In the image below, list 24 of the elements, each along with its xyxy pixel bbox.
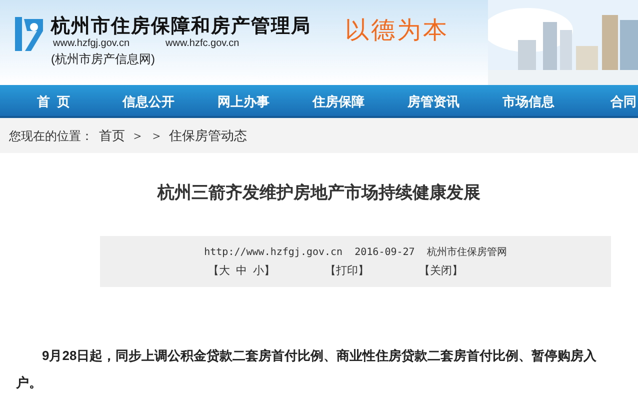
breadcrumb-label: 您现在的位置： (9, 128, 93, 144)
tool-link[interactable]: 【大 中 小】 (208, 264, 276, 278)
nav-link[interactable]: 市场信息 (481, 85, 576, 116)
breadcrumb-separator: ＞ (150, 126, 163, 145)
nav-link[interactable]: 首 页 (6, 85, 101, 116)
article-paragraph: 9月28日起，同步上调公积金贷款二套房首付比例、商业性住房贷款二套房首付比例、暂停购房入户。 (16, 347, 598, 392)
slogan: 以德为本 (345, 15, 449, 46)
breadcrumb-separator: ＞ (131, 126, 144, 145)
nav-link[interactable]: 房管资讯 (386, 85, 481, 116)
breadcrumb-link[interactable]: 首页 (99, 126, 125, 146)
article-meta: http://www.hzfgj.gov.cn 2016-09-27 杭州市住保房管网 (204, 246, 507, 260)
logo-icon (15, 17, 45, 51)
tool-link[interactable]: 【打印】 (325, 264, 370, 278)
nav-link[interactable]: 网上办事 (196, 85, 291, 116)
breadcrumb-link[interactable]: 住保房管动态 (169, 126, 247, 146)
tool-link[interactable]: 【关闭】 (419, 264, 464, 278)
nav-link[interactable]: 住房保障 (291, 85, 386, 116)
nav-link[interactable]: 信息公开 (101, 85, 196, 116)
site-title: 杭州市住房保障和房产管理局 (51, 16, 311, 38)
article-title: 杭州三箭齐发维护房地产市场持续健康发展 (156, 182, 482, 204)
site-url: www.hzfc.gov.cn (166, 38, 240, 50)
site-url: www.hzfgj.gov.cn (53, 38, 130, 50)
nav-link[interactable]: 合同 (576, 85, 638, 116)
site-subtitle: (杭州市房产信息网) (51, 51, 156, 68)
